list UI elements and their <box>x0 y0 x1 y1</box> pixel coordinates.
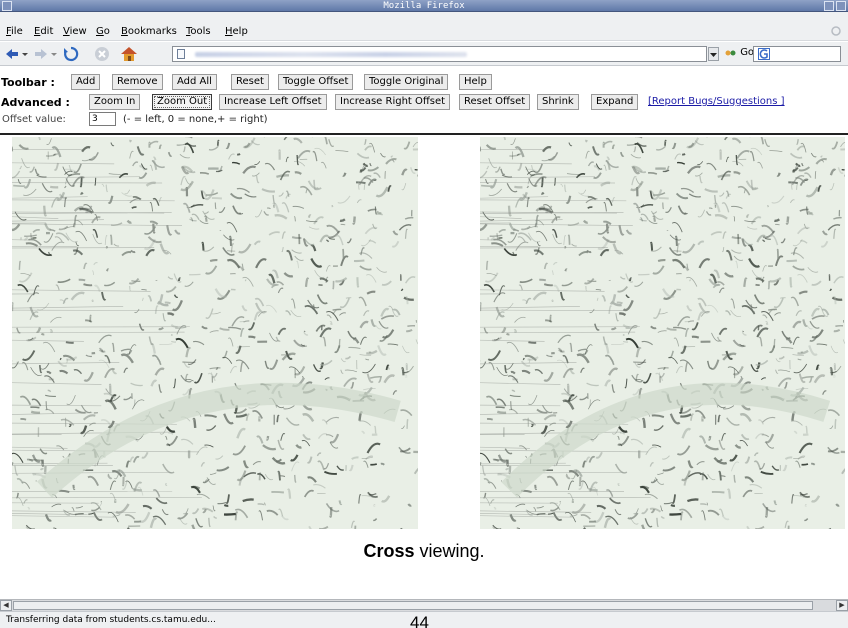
reload-icon[interactable] <box>63 46 79 62</box>
zoom-out-button[interactable]: Zoom Out <box>152 94 213 110</box>
forward-icon[interactable] <box>33 46 49 62</box>
menu-edit[interactable]: Edit <box>34 26 53 37</box>
chevron-down-icon <box>710 53 717 57</box>
shrink-button[interactable]: Shrink <box>537 94 579 110</box>
menu-bookmarks[interactable]: Bookmarks <box>121 26 177 37</box>
caption-text: viewing. <box>414 541 485 561</box>
window-title: Mozilla Firefox <box>383 1 465 11</box>
toggle-original-button[interactable]: Toggle Original <box>364 74 449 90</box>
caption: Cross viewing. <box>0 541 848 562</box>
forward-dropdown-icon[interactable] <box>50 46 58 62</box>
url-bar[interactable] <box>172 46 707 62</box>
url-text-blurred <box>195 52 467 57</box>
offset-value-input[interactable]: 3 <box>89 112 116 126</box>
increase-left-offset-button[interactable]: Increase Left Offset <box>219 94 327 110</box>
url-dropdown-button[interactable] <box>708 47 719 61</box>
reset-button[interactable]: Reset <box>231 74 269 90</box>
status-text: Transferring data from students.cs.tamu.… <box>6 615 216 625</box>
page-icon <box>177 49 185 59</box>
offset-label: Offset value: <box>2 114 66 125</box>
minimize-icon[interactable] <box>824 1 834 11</box>
menu-help[interactable]: Help <box>225 26 248 37</box>
back-dropdown-icon[interactable] <box>21 46 29 62</box>
menu-tools[interactable]: Tools <box>186 26 211 37</box>
window-titlebar: Mozilla Firefox <box>0 0 848 12</box>
caption-bold: Cross <box>363 541 415 561</box>
menu-go[interactable]: Go <box>96 26 110 37</box>
scroll-left-icon[interactable]: ◀ <box>0 600 12 611</box>
expand-button[interactable]: Expand <box>591 94 639 110</box>
offset-hint: (- = left, 0 = none,+ = right) <box>123 114 268 125</box>
increase-right-offset-button[interactable]: Increase Right Offset <box>335 94 451 110</box>
remove-button[interactable]: Remove <box>112 74 163 90</box>
scroll-thumb[interactable] <box>13 601 813 610</box>
scroll-right-icon[interactable]: ▶ <box>836 600 848 611</box>
menu-bar: File Edit View Go Bookmarks Tools Help <box>0 12 848 41</box>
close-icon[interactable] <box>836 1 846 11</box>
divider <box>0 133 848 135</box>
search-input[interactable] <box>753 46 841 62</box>
zoom-in-button[interactable]: Zoom In <box>89 94 141 110</box>
go-button[interactable]: Go <box>725 47 754 61</box>
stop-icon[interactable] <box>94 46 110 62</box>
add-button[interactable]: Add <box>71 74 101 90</box>
menu-view[interactable]: View <box>63 26 87 37</box>
menu-file[interactable]: File <box>6 26 23 37</box>
status-bar: Transferring data from students.cs.tamu.… <box>0 611 848 628</box>
toggle-offset-button[interactable]: Toggle Offset <box>278 74 354 90</box>
navigation-toolbar: Go <box>0 42 848 66</box>
reset-offset-button[interactable]: Reset Offset <box>459 94 531 110</box>
add-all-button[interactable]: Add All <box>172 74 217 90</box>
horizontal-scrollbar[interactable]: ◀ ▶ <box>0 599 848 611</box>
google-g-icon <box>758 48 770 60</box>
advanced-label: Advanced : <box>1 96 70 109</box>
stereo-image-right <box>480 137 845 529</box>
back-icon[interactable] <box>4 46 20 62</box>
page-content: Toolbar : Add Remove Add All Reset Toggl… <box>0 67 848 599</box>
toolbar-label: Toolbar : <box>1 76 55 89</box>
help-button[interactable]: Help <box>459 74 492 90</box>
page-number: 44 <box>410 613 429 628</box>
stereo-image-left <box>12 137 418 529</box>
home-icon[interactable] <box>120 46 138 62</box>
throbber-icon <box>831 26 841 36</box>
report-bugs-link[interactable]: [Report Bugs/Suggestions ] <box>648 96 785 107</box>
go-arrow-icon <box>725 50 736 55</box>
